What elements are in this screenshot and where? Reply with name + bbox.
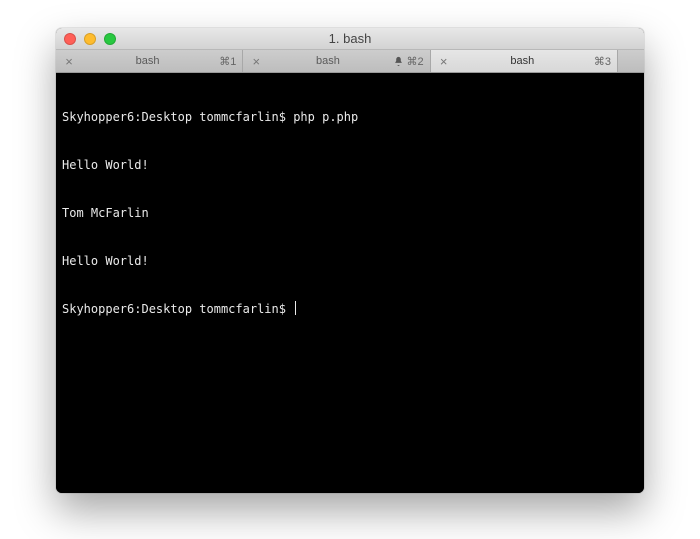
tab-label: bash [263, 55, 392, 67]
tab-label: bash [451, 55, 594, 67]
bell-icon [393, 56, 404, 67]
terminal-line: Hello World! [62, 253, 638, 269]
tab-2[interactable]: × bash ⌘2 [243, 50, 430, 72]
tab-bar: × bash ⌘1 × bash ⌘2 × bash ⌘3 [56, 50, 644, 73]
zoom-icon[interactable] [104, 33, 116, 45]
tab-label: bash [76, 55, 219, 67]
command: php p.php [293, 110, 358, 124]
terminal-window: 1. bash × bash ⌘1 × bash ⌘2 × bash ⌘3 [56, 28, 644, 493]
tab-overflow[interactable] [618, 50, 644, 72]
terminal-line: Tom McFarlin [62, 205, 638, 221]
tab-shortcut: ⌘1 [219, 55, 236, 68]
prompt: Skyhopper6:Desktop tommcfarlin$ [62, 110, 286, 124]
tab-shortcut: ⌘2 [407, 55, 424, 68]
window-controls [56, 33, 116, 45]
tab-1[interactable]: × bash ⌘1 [56, 50, 243, 72]
cursor-icon [295, 301, 296, 315]
tab-shortcut: ⌘3 [594, 55, 611, 68]
tab-3[interactable]: × bash ⌘3 [431, 50, 618, 72]
close-tab-icon[interactable]: × [62, 54, 76, 69]
terminal-line: Skyhopper6:Desktop tommcfarlin$ php p.ph… [62, 109, 638, 125]
terminal-content[interactable]: Skyhopper6:Desktop tommcfarlin$ php p.ph… [56, 73, 644, 493]
minimize-icon[interactable] [84, 33, 96, 45]
terminal-line: Hello World! [62, 157, 638, 173]
window-title: 1. bash [56, 31, 644, 46]
prompt: Skyhopper6:Desktop tommcfarlin$ [62, 302, 286, 316]
terminal-line: Skyhopper6:Desktop tommcfarlin$ [62, 301, 638, 317]
close-tab-icon[interactable]: × [249, 54, 263, 69]
titlebar[interactable]: 1. bash [56, 28, 644, 50]
close-icon[interactable] [64, 33, 76, 45]
close-tab-icon[interactable]: × [437, 54, 451, 69]
